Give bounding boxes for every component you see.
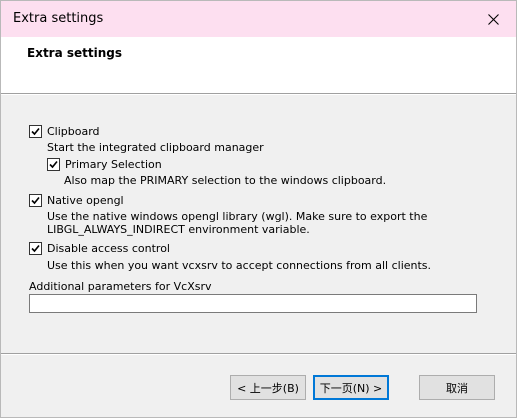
additional-params-label: Additional parameters for VcXsrv xyxy=(29,280,212,293)
header-panel: Extra settings xyxy=(1,37,516,93)
settings-content: Clipboard Start the integrated clipboard… xyxy=(1,95,516,353)
disable-access-control-description: Use this when you want vcxsrv to accept … xyxy=(47,259,432,272)
close-icon xyxy=(487,13,499,25)
native-opengl-description-line2: LIBGL_ALWAYS_INDIRECT environment variab… xyxy=(47,223,310,236)
primary-selection-checkbox[interactable] xyxy=(47,158,60,171)
additional-params-input[interactable] xyxy=(29,294,477,313)
disable-access-control-checkbox[interactable] xyxy=(29,242,42,255)
checkmark-icon xyxy=(31,127,40,136)
checkmark-icon xyxy=(49,160,58,169)
clipboard-checkbox-row[interactable]: Clipboard xyxy=(29,125,100,138)
footer-divider xyxy=(1,353,516,355)
primary-selection-label: Primary Selection xyxy=(65,158,162,171)
clipboard-label: Clipboard xyxy=(47,125,100,138)
clipboard-checkbox[interactable] xyxy=(29,125,42,138)
primary-selection-checkbox-row[interactable]: Primary Selection xyxy=(47,158,162,171)
native-opengl-label: Native opengl xyxy=(47,194,124,207)
back-button[interactable]: < 上一步(B) xyxy=(230,375,306,400)
next-button[interactable]: 下一页(N) > xyxy=(313,375,389,400)
disable-access-control-label: Disable access control xyxy=(47,242,170,255)
checkmark-icon xyxy=(31,244,40,253)
native-opengl-checkbox-row[interactable]: Native opengl xyxy=(29,194,124,207)
disable-access-control-checkbox-row[interactable]: Disable access control xyxy=(29,242,170,255)
checkmark-icon xyxy=(31,196,40,205)
cancel-button[interactable]: 取消 xyxy=(419,375,495,400)
window-title: Extra settings xyxy=(13,11,104,26)
close-button[interactable] xyxy=(470,1,516,37)
primary-selection-description: Also map the PRIMARY selection to the wi… xyxy=(64,174,387,187)
page-title: Extra settings xyxy=(27,46,123,60)
native-opengl-checkbox[interactable] xyxy=(29,194,42,207)
clipboard-description: Start the integrated clipboard manager xyxy=(47,141,264,154)
title-bar: Extra settings xyxy=(1,1,516,37)
extra-settings-window: Extra settings Extra settings Clipboard … xyxy=(0,0,517,418)
native-opengl-description-line1: Use the native windows opengl library (w… xyxy=(47,210,428,223)
